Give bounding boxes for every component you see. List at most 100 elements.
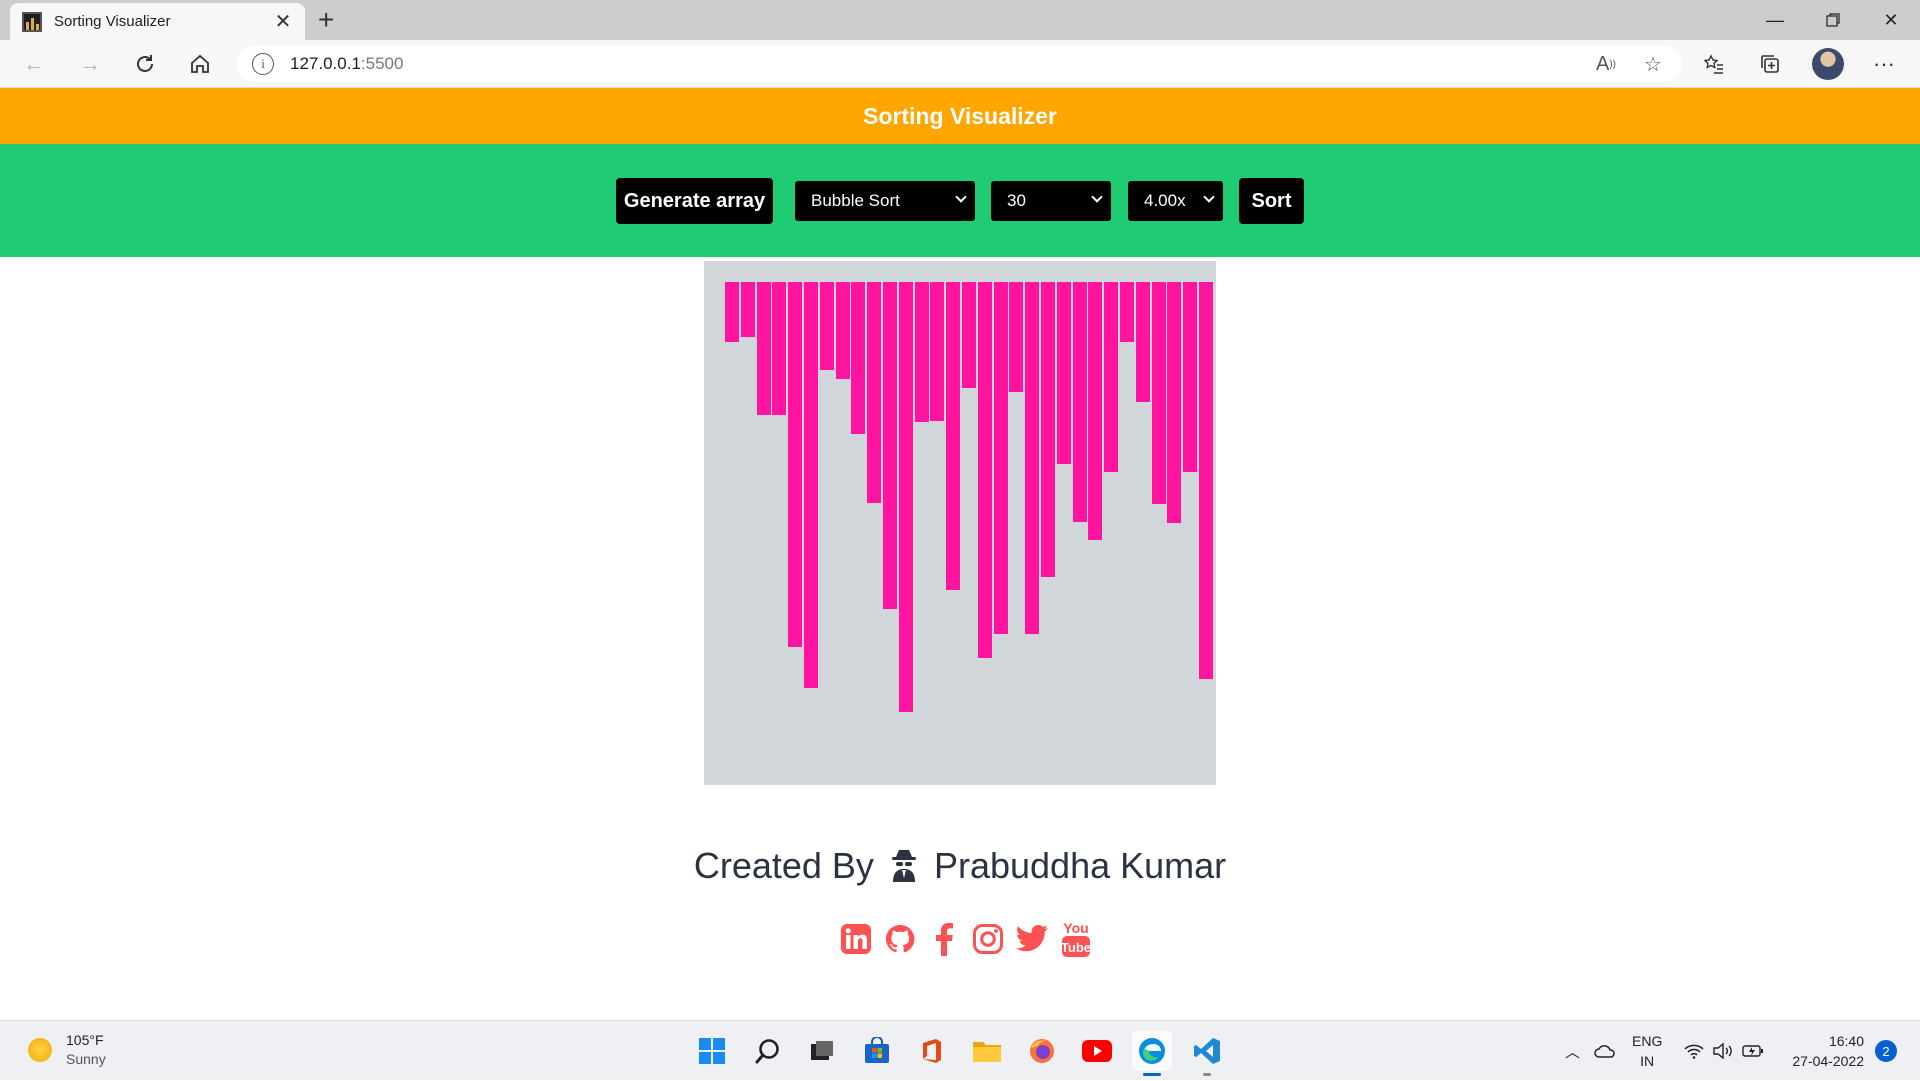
- svg-text:You: You: [1063, 920, 1088, 936]
- speed-select-value: 4.00x: [1144, 191, 1186, 210]
- array-bar: [867, 282, 882, 503]
- restore-icon[interactable]: [1804, 0, 1862, 40]
- address-bar[interactable]: i 127.0.0.1:5500 A)) ☆: [236, 46, 1682, 82]
- microsoft-store-icon[interactable]: [857, 1031, 897, 1071]
- array-bar: [788, 282, 803, 647]
- search-icon[interactable]: [748, 1031, 788, 1071]
- task-view-icon[interactable]: [802, 1031, 842, 1071]
- sunny-icon: [28, 1038, 52, 1062]
- social-links: You Tube: [838, 916, 1094, 962]
- array-bar: [1135, 282, 1150, 402]
- new-tab-icon[interactable]: +: [318, 4, 334, 36]
- more-options-icon[interactable]: ···: [1864, 40, 1904, 88]
- back-icon[interactable]: ←: [14, 40, 54, 88]
- weather-temperature: 105°F: [66, 1032, 104, 1048]
- volume-icon[interactable]: [1712, 1021, 1734, 1081]
- credit-name: Prabuddha Kumar: [933, 845, 1227, 886]
- minimize-icon[interactable]: —: [1746, 0, 1804, 40]
- chevron-down-icon: [1091, 191, 1103, 203]
- show-hidden-icons-icon[interactable]: ︿: [1565, 1021, 1580, 1081]
- array-bar: [851, 282, 866, 434]
- youtube-icon[interactable]: You Tube: [1058, 920, 1094, 958]
- array-bar: [1041, 282, 1055, 577]
- language-code: ENG: [1632, 1033, 1663, 1049]
- chevron-down-icon: [955, 191, 967, 203]
- array-bar: [1009, 282, 1024, 392]
- vscode-icon[interactable]: [1187, 1031, 1227, 1071]
- array-bar: [756, 282, 771, 415]
- chevron-down-icon: [1203, 191, 1215, 203]
- array-bar: [819, 282, 834, 370]
- browser-tab[interactable]: Sorting Visualizer ✕: [10, 3, 305, 40]
- array-bar: [1088, 282, 1103, 540]
- address-url: 127.0.0.1:5500: [290, 54, 404, 73]
- array-bar: [962, 282, 976, 388]
- youtube-app-icon[interactable]: [1077, 1031, 1117, 1071]
- profile-avatar[interactable]: [1808, 40, 1848, 88]
- tab-close-icon[interactable]: ✕: [271, 9, 295, 34]
- onedrive-icon[interactable]: [1594, 1021, 1616, 1081]
- weather-widget[interactable]: 105°F Sunny: [28, 1031, 106, 1069]
- array-bar: [1151, 282, 1166, 504]
- instagram-icon[interactable]: [970, 920, 1006, 958]
- refresh-icon[interactable]: [125, 40, 165, 88]
- clock[interactable]: 16:40 27-04-2022: [1772, 1031, 1864, 1071]
- sort-button[interactable]: Sort: [1239, 178, 1304, 224]
- array-bar: [725, 282, 739, 342]
- array-bar: [993, 282, 1008, 634]
- twitter-icon[interactable]: [1014, 920, 1050, 958]
- forward-icon[interactable]: →: [70, 40, 110, 88]
- battery-icon[interactable]: [1742, 1021, 1764, 1081]
- firefox-icon[interactable]: [1022, 1031, 1062, 1071]
- site-info-icon[interactable]: i: [252, 53, 274, 75]
- browser-toolbar: ← → i 127.0.0.1:5500 A)) ☆ ···: [0, 40, 1920, 88]
- svg-text:Tube: Tube: [1061, 940, 1091, 955]
- array-bar: [883, 282, 897, 609]
- read-aloud-icon[interactable]: A)): [1596, 46, 1616, 82]
- github-icon[interactable]: [882, 920, 918, 958]
- running-app-indicator: [1203, 1073, 1211, 1076]
- favorites-icon[interactable]: [1694, 40, 1734, 88]
- notification-badge[interactable]: 2: [1875, 1040, 1897, 1062]
- close-window-icon[interactable]: ✕: [1862, 0, 1920, 40]
- file-explorer-icon[interactable]: [967, 1031, 1007, 1071]
- edge-icon[interactable]: [1132, 1031, 1172, 1071]
- array-bar: [898, 282, 913, 712]
- language-indicator[interactable]: ENG IN: [1632, 1021, 1662, 1081]
- active-app-indicator: [1143, 1073, 1161, 1076]
- add-favorite-icon[interactable]: ☆: [1644, 46, 1662, 82]
- office-icon[interactable]: [912, 1031, 952, 1071]
- start-icon[interactable]: [692, 1031, 732, 1071]
- algorithm-select-value: Bubble Sort: [811, 191, 900, 210]
- array-bar: [740, 282, 755, 337]
- array-bar: [914, 282, 929, 422]
- array-bar: [1167, 282, 1182, 523]
- facebook-icon[interactable]: [926, 920, 962, 958]
- tab-favicon-icon: [22, 11, 42, 32]
- array-bar: [1025, 282, 1040, 634]
- wifi-icon[interactable]: [1684, 1021, 1704, 1081]
- array-bar: [977, 282, 992, 658]
- page-title: Sorting Visualizer: [0, 88, 1920, 144]
- browser-tabstrip: Sorting Visualizer ✕ + — ✕: [0, 0, 1920, 40]
- array-bar: [1120, 282, 1134, 342]
- array-bar: [772, 282, 787, 415]
- algorithm-select[interactable]: Bubble Sort: [795, 181, 975, 221]
- collections-icon[interactable]: [1750, 40, 1790, 88]
- array-bar: [946, 282, 961, 590]
- visualizer-canvas: [704, 261, 1216, 785]
- size-select[interactable]: 30: [991, 181, 1111, 221]
- array-bar: [1072, 282, 1087, 522]
- home-icon[interactable]: [180, 40, 220, 88]
- speed-select[interactable]: 4.00x: [1128, 181, 1223, 221]
- taskbar: 105°F Sunny ︿ ENG IN 16:40 27-04-2022: [0, 1020, 1920, 1080]
- generate-array-button[interactable]: Generate array: [616, 178, 773, 224]
- array-bar: [804, 282, 818, 688]
- linkedin-icon[interactable]: [838, 920, 874, 958]
- array-bar: [1183, 282, 1198, 472]
- tab-title: Sorting Visualizer: [54, 13, 171, 30]
- array-bar: [1104, 282, 1119, 472]
- clock-date: 27-04-2022: [1792, 1053, 1864, 1069]
- credit-prefix: Created By: [693, 845, 874, 886]
- weather-condition: Sunny: [66, 1051, 106, 1067]
